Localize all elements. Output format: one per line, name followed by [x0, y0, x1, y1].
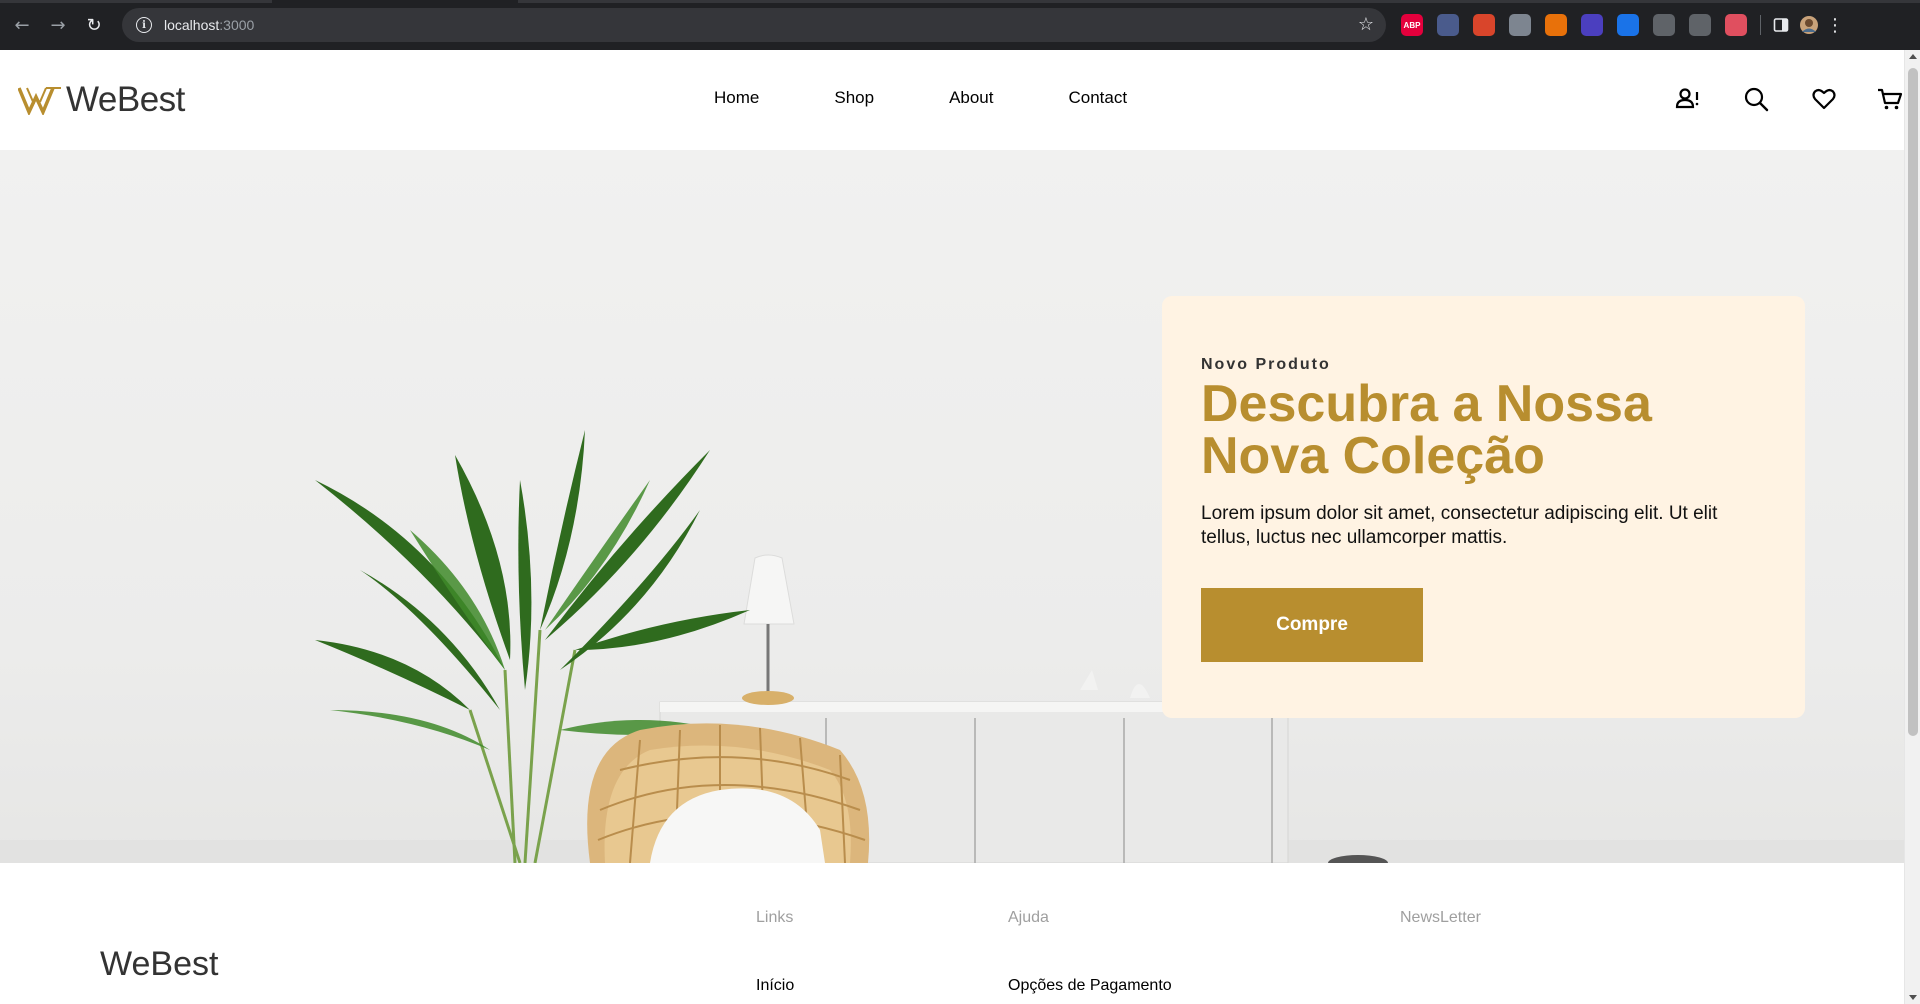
page-scrollbar[interactable] [1904, 50, 1920, 1004]
hero-eyebrow: Novo Produto [1201, 356, 1331, 373]
footer-help-column: Ajuda Opções de Pagamento [1008, 909, 1172, 995]
profile-avatar-icon[interactable] [1795, 7, 1823, 43]
url-text[interactable]: localhost:3000 [164, 17, 254, 33]
face-ext-icon[interactable] [1653, 14, 1675, 36]
search-icon[interactable] [1742, 85, 1770, 113]
scroll-up-arrow[interactable] [1909, 54, 1917, 59]
nav-contact[interactable]: Contact [1069, 88, 1128, 108]
fox-ext-icon[interactable] [1545, 14, 1567, 36]
forward-icon[interactable]: → [40, 7, 76, 43]
toolbar-divider [1760, 15, 1761, 35]
address-bar[interactable]: i localhost:3000 ☆ [122, 8, 1386, 42]
footer-newsletter-column: NewsLetter [1400, 909, 1481, 927]
hero-card: Novo Produto Descubra a Nossa Nova Coleç… [1162, 296, 1805, 718]
browser-toolbar: ← → ↻ i localhost:3000 ☆ ABP ⋮ [0, 0, 1920, 50]
back-icon[interactable]: ← [4, 7, 40, 43]
page-viewport: WeBest Home Shop About Contact Novo Prod… [0, 50, 1920, 1004]
scrollbar-thumb[interactable] [1908, 68, 1918, 736]
cart-icon[interactable] [1876, 85, 1904, 113]
main-nav: Home Shop About Contact [714, 88, 1202, 108]
account-alert-icon[interactable] [1674, 85, 1702, 113]
heart-icon[interactable] [1810, 85, 1838, 113]
vue-devtools-icon[interactable] [1509, 14, 1531, 36]
footer-links-heading: Links [756, 909, 794, 926]
hero-title-line1: Descubra a Nossa [1201, 375, 1652, 433]
brand-name: WeBest [66, 80, 185, 119]
site-footer: WeBest Links Início Ajuda Opções de Paga… [0, 863, 1904, 1004]
header-actions [1634, 85, 1904, 113]
adblock-plus-icon[interactable]: ABP [1401, 14, 1423, 36]
footer-help-heading: Ajuda [1008, 909, 1049, 926]
hero-description: Lorem ipsum dolor sit amet, consectetur … [1201, 503, 1718, 548]
brand-logo[interactable]: WeBest [18, 80, 185, 120]
site-info-icon[interactable]: i [136, 17, 152, 33]
logo-mark-icon [18, 87, 61, 115]
footer-brand: WeBest [100, 945, 219, 983]
nav-about[interactable]: About [949, 88, 993, 108]
hero-section: Novo Produto Descubra a Nossa Nova Coleç… [0, 150, 1904, 863]
reload-icon[interactable]: ↻ [76, 7, 112, 43]
tab-strip [0, 0, 1920, 3]
menu-kebab-icon[interactable]: ⋮ [1823, 7, 1847, 43]
nav-home[interactable]: Home [714, 88, 759, 108]
red-ext-icon[interactable] [1473, 14, 1495, 36]
shop-now-button[interactable]: Compre [1201, 588, 1423, 662]
cursor-ext-icon[interactable] [1437, 14, 1459, 36]
shield-ext-icon[interactable] [1725, 14, 1747, 36]
footer-link-payment-options[interactable]: Opções de Pagamento [1008, 977, 1172, 995]
side-panel-icon[interactable] [1767, 7, 1795, 43]
check-ext-icon[interactable] [1617, 14, 1639, 36]
eye-ext-icon[interactable] [1581, 14, 1603, 36]
site-header: WeBest Home Shop About Contact [0, 50, 1904, 150]
bookmark-star-icon[interactable]: ☆ [1358, 14, 1374, 35]
nav-shop[interactable]: Shop [834, 88, 874, 108]
hero-title-line2: Nova Coleção [1201, 427, 1545, 485]
eyedropper-ext-icon[interactable] [1689, 14, 1711, 36]
scroll-down-arrow[interactable] [1909, 995, 1917, 1000]
footer-links-column: Links Início [756, 909, 794, 995]
footer-newsletter-heading: NewsLetter [1400, 909, 1481, 926]
footer-link-home[interactable]: Início [756, 977, 794, 995]
hero-title: Descubra a Nossa Nova Coleção [1201, 378, 1761, 482]
extensions-bar: ABP [1394, 14, 1754, 36]
